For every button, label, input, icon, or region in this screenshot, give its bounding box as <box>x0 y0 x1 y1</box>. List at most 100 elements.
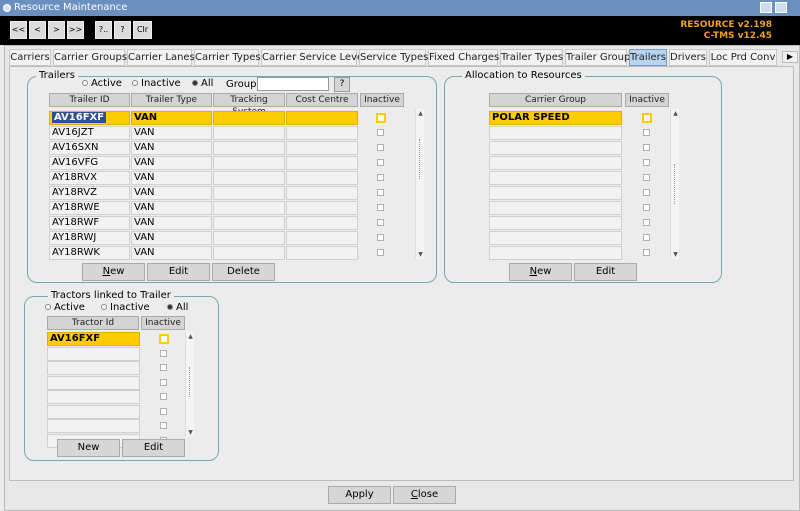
allocation-edit-button[interactable]: Edit <box>574 263 637 281</box>
group-input[interactable] <box>257 77 329 91</box>
last-record-button[interactable]: >> <box>67 21 84 39</box>
tracking-system-cell[interactable] <box>213 111 285 125</box>
trailer-id-cell[interactable]: AV16JZT <box>49 126 130 140</box>
tractor-id-cell[interactable] <box>47 419 140 433</box>
tractor-id-cell[interactable] <box>47 361 140 375</box>
clear-button[interactable]: Clr <box>133 21 152 39</box>
inactive-checkbox[interactable] <box>377 204 384 211</box>
carrier-group-cell[interactable] <box>489 171 622 185</box>
inactive-checkbox[interactable] <box>376 113 386 123</box>
tractor-inactive-checkbox[interactable] <box>159 334 169 344</box>
cost-centre-cell[interactable] <box>286 126 358 140</box>
tractor-inactive-checkbox[interactable] <box>160 349 167 357</box>
tab-carrier-lanes[interactable]: Carrier Lanes <box>127 49 195 66</box>
help-button[interactable]: ? <box>114 21 131 39</box>
allocation-inactive-checkbox[interactable] <box>643 174 650 181</box>
tracking-system-cell[interactable] <box>213 246 285 260</box>
carrier-group-cell[interactable] <box>489 186 622 200</box>
trailer-type-cell[interactable]: VAN <box>131 111 212 125</box>
cost-centre-cell[interactable] <box>286 201 358 215</box>
trailers-filter-inactive[interactable]: Inactive <box>132 78 181 89</box>
tab-trailer-types[interactable]: Trailer Types <box>500 49 563 66</box>
tractors-new-button[interactable]: New <box>57 439 120 457</box>
carrier-group-cell[interactable] <box>489 216 622 230</box>
close-button[interactable]: Close <box>393 486 456 504</box>
scroll-up-icon[interactable]: ▲ <box>416 109 425 118</box>
scroll-down-icon[interactable]: ▼ <box>671 250 680 259</box>
trailers-filter-active[interactable]: Active <box>82 78 122 89</box>
allocation-inactive-checkbox[interactable] <box>642 113 652 123</box>
trailer-id-cell[interactable]: AY18RWF <box>49 216 130 230</box>
tracking-system-cell[interactable] <box>213 171 285 185</box>
trailer-id-cell[interactable]: AY18RWE <box>49 201 130 215</box>
tab-carrier-service-level[interactable]: Carrier Service Level <box>261 49 366 66</box>
carrier-group-cell[interactable] <box>489 126 622 140</box>
allocation-inactive-checkbox[interactable] <box>643 189 650 196</box>
tracking-system-cell[interactable] <box>213 141 285 155</box>
tractors-scrollbar[interactable]: ▲ ▼ <box>185 332 194 437</box>
allocation-new-button[interactable]: New <box>509 263 572 281</box>
trailer-type-cell[interactable]: VAN <box>131 126 212 140</box>
carrier-group-cell[interactable] <box>489 201 622 215</box>
tractor-id-cell[interactable] <box>47 404 140 419</box>
trailer-type-cell[interactable]: VAN <box>131 216 212 230</box>
trailer-type-cell[interactable]: VAN <box>131 246 212 260</box>
scroll-down-icon[interactable]: ▼ <box>186 428 195 437</box>
tracking-system-cell[interactable] <box>213 186 285 200</box>
trailers-scrollbar[interactable]: ▲ ▼ <box>415 109 424 259</box>
trailer-id-cell[interactable]: AY18RVX <box>49 171 130 185</box>
maximize-button[interactable] <box>775 2 787 13</box>
tractor-inactive-checkbox[interactable] <box>160 393 167 400</box>
tab-carrier-groups[interactable]: Carrier Groups <box>53 49 127 66</box>
cost-centre-cell[interactable] <box>286 246 358 260</box>
tractors-filter-active[interactable]: Active <box>45 302 85 313</box>
allocation-inactive-checkbox[interactable] <box>643 234 650 241</box>
group-lookup-button[interactable]: ? <box>334 77 350 92</box>
tractor-id-cell[interactable] <box>47 375 140 390</box>
tab-drivers[interactable]: Drivers <box>669 49 707 66</box>
tractor-inactive-checkbox[interactable] <box>160 378 167 386</box>
cost-centre-cell[interactable] <box>286 111 358 125</box>
allocation-inactive-checkbox[interactable] <box>643 159 650 166</box>
inactive-checkbox[interactable] <box>377 249 384 256</box>
scroll-down-icon[interactable]: ▼ <box>416 250 425 259</box>
tractor-id-cell[interactable]: AV16FXF <box>47 332 140 346</box>
first-record-button[interactable]: << <box>10 21 27 39</box>
inactive-checkbox[interactable] <box>377 219 384 226</box>
trailer-id-cell[interactable]: AV16VFG <box>49 156 130 170</box>
tracking-system-cell[interactable] <box>213 216 285 230</box>
scroll-up-icon[interactable]: ▲ <box>186 332 195 341</box>
tractor-inactive-checkbox[interactable] <box>160 364 167 371</box>
allocation-scrollbar[interactable]: ▲ ▼ <box>670 109 679 259</box>
trailer-type-cell[interactable]: VAN <box>131 156 212 170</box>
scroll-up-icon[interactable]: ▲ <box>671 109 680 118</box>
tractors-edit-button[interactable]: Edit <box>122 439 185 457</box>
allocation-inactive-checkbox[interactable] <box>643 219 650 226</box>
tab-trailer-group[interactable]: Trailer Group <box>565 49 630 66</box>
allocation-inactive-checkbox[interactable] <box>643 204 650 211</box>
allocation-inactive-checkbox[interactable] <box>643 249 650 256</box>
trailers-edit-button[interactable]: Edit <box>147 263 210 281</box>
minimize-button[interactable] <box>760 2 772 13</box>
allocation-inactive-checkbox[interactable] <box>643 144 650 151</box>
trailers-filter-all[interactable]: All <box>192 78 213 89</box>
tractor-id-cell[interactable] <box>47 346 140 361</box>
inactive-checkbox[interactable] <box>377 174 384 181</box>
carrier-group-cell[interactable] <box>489 231 622 245</box>
apply-button[interactable]: Apply <box>328 486 391 504</box>
tracking-system-cell[interactable] <box>213 126 285 140</box>
tractor-inactive-checkbox[interactable] <box>160 422 167 429</box>
cost-centre-cell[interactable] <box>286 141 358 155</box>
tracking-system-cell[interactable] <box>213 156 285 170</box>
inactive-checkbox[interactable] <box>377 129 384 136</box>
trailers-new-button[interactable]: New <box>82 263 145 281</box>
query-button[interactable]: ?.. <box>95 21 112 39</box>
trailer-type-cell[interactable]: VAN <box>131 141 212 155</box>
trailers-delete-button[interactable]: Delete <box>212 263 275 281</box>
carrier-group-cell[interactable]: POLAR SPEED <box>489 111 622 125</box>
trailer-type-cell[interactable]: VAN <box>131 171 212 185</box>
tab-scroll-right-icon[interactable]: ▶ <box>782 51 798 63</box>
trailer-type-cell[interactable]: VAN <box>131 186 212 200</box>
tractor-inactive-checkbox[interactable] <box>160 407 167 415</box>
trailer-id-cell[interactable]: AY18RWK <box>49 246 130 260</box>
